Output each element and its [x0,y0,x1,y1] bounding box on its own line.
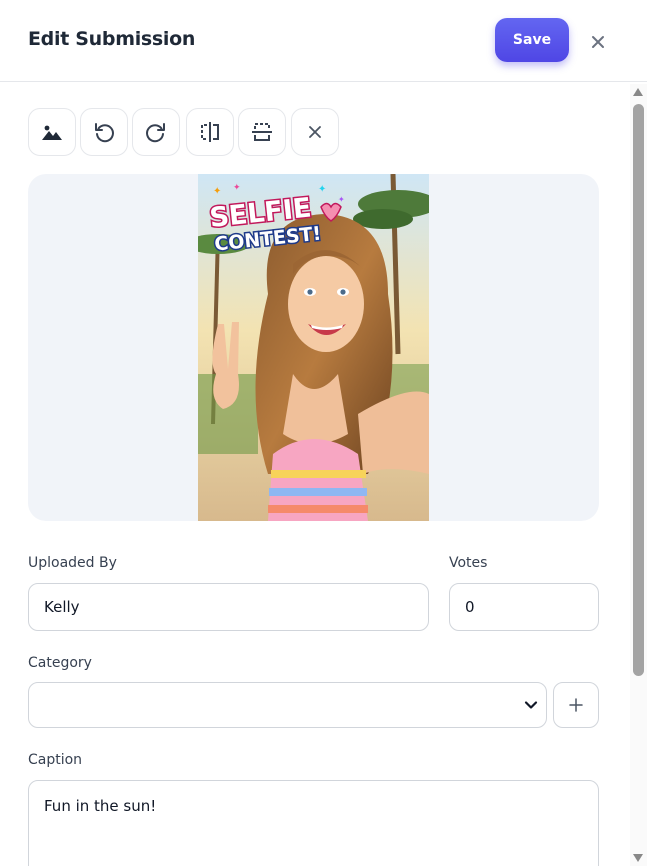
caption-textarea[interactable]: Fun in the sun! [28,780,599,866]
chevron-down-icon [524,698,538,717]
caption-label: Caption [28,752,83,768]
svg-text:✦: ✦ [233,183,241,193]
uploaded-by-label: Uploaded By [28,555,117,571]
category-select[interactable] [28,682,547,728]
close-icon[interactable] [586,30,610,54]
clear-icon[interactable] [291,108,339,156]
votes-input[interactable]: 0 [449,583,599,631]
image-preview: SELFIE CONTEST! ✦ ✦ ✦ ✦ [28,174,599,521]
flip-horizontal-icon[interactable] [186,108,234,156]
category-label: Category [28,655,92,671]
rotate-right-icon[interactable] [132,108,180,156]
scrollbar-thumb[interactable] [633,104,644,676]
save-button[interactable]: Save [495,18,569,62]
page-title: Edit Submission [28,28,196,50]
plus-icon [569,698,583,712]
flip-vertical-icon[interactable] [238,108,286,156]
scroll-up-arrow-icon[interactable] [633,88,643,96]
svg-text:✦: ✦ [213,186,221,197]
svg-text:✦: ✦ [318,184,326,195]
modal-header: Edit Submission Save [0,0,647,82]
image-icon[interactable] [28,108,76,156]
selfie-photo: SELFIE CONTEST! ✦ ✦ ✦ ✦ [198,174,429,521]
uploaded-by-input[interactable]: Kelly [28,583,429,631]
votes-label: Votes [449,555,488,571]
rotate-left-icon[interactable] [80,108,128,156]
scroll-down-arrow-icon[interactable] [633,854,643,862]
scrollbar[interactable] [630,84,647,866]
add-category-button[interactable] [553,682,599,728]
svg-text:✦: ✦ [338,195,345,204]
